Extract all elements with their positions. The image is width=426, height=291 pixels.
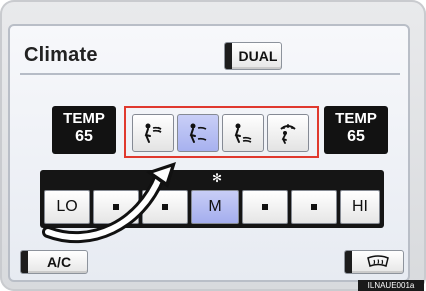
dual-button[interactable]: DUAL: [224, 42, 282, 70]
mode-face-button[interactable]: [132, 114, 174, 152]
mode-foot-defrost-button[interactable]: [267, 114, 309, 152]
fan-lo-label: LO: [56, 198, 78, 215]
temp-right-value: 65: [347, 128, 365, 145]
fan-hi-button[interactable]: HI: [340, 190, 380, 224]
rear-defrost-icon: [367, 255, 389, 267]
mode-foot-button[interactable]: [222, 114, 264, 152]
ac-button[interactable]: A/C: [20, 250, 88, 274]
fan-m-button[interactable]: M: [191, 190, 239, 224]
fan-level-dot: [113, 204, 119, 210]
foot-vent-icon: [234, 123, 252, 143]
fan-level-5-button[interactable]: [242, 190, 288, 224]
rear-defrost-button[interactable]: [344, 250, 404, 274]
mode-bilevel-button[interactable]: [177, 114, 219, 152]
temp-right-label: TEMP: [335, 110, 377, 127]
indicator-bar: [345, 251, 352, 273]
fan-m-label: M: [208, 198, 222, 215]
fan-level-dot: [311, 204, 317, 210]
page-title: Climate: [24, 44, 98, 66]
fan-level-dot: [262, 204, 268, 210]
fan-icon: ✻: [212, 171, 223, 185]
figure-code: ILNAUE001a: [358, 280, 424, 291]
foot-defrost-icon: [280, 124, 296, 144]
fan-level-6-button[interactable]: [291, 190, 337, 224]
temp-left-value: 65: [75, 128, 93, 145]
fan-level-2-button[interactable]: [93, 190, 139, 224]
bi-level-icon: [189, 123, 207, 143]
fan-level-dot: [162, 204, 168, 210]
indicator-bar: [225, 43, 232, 69]
fan-hi-label: HI: [352, 198, 368, 215]
temp-left-label: TEMP: [63, 110, 105, 127]
dual-label: DUAL: [238, 48, 278, 64]
temp-right-display[interactable]: TEMP 65: [324, 106, 388, 154]
ac-label: A/C: [46, 254, 72, 270]
temp-left-display[interactable]: TEMP 65: [52, 106, 116, 154]
indicator-bar: [21, 251, 28, 273]
fan-lo-button[interactable]: LO: [44, 190, 90, 224]
title-divider: [20, 73, 400, 75]
fan-level-3-button[interactable]: [142, 190, 188, 224]
face-vent-icon: [144, 123, 162, 143]
